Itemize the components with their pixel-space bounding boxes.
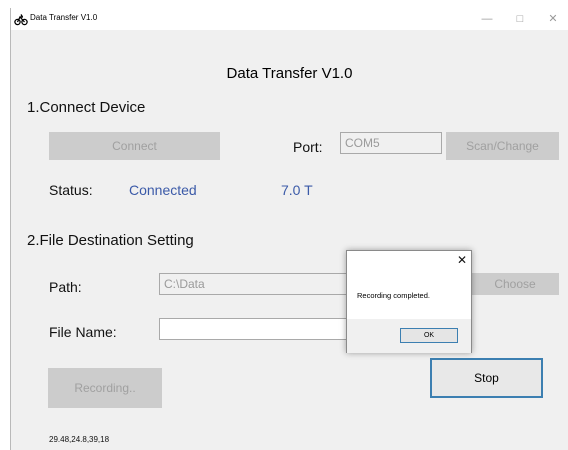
port-label: Port: <box>293 139 323 155</box>
stop-button[interactable]: Stop <box>430 358 543 398</box>
minimize-button[interactable]: — <box>472 8 502 30</box>
dialog-message: Recording completed. <box>357 291 430 300</box>
file-name-label: File Name: <box>49 324 117 340</box>
message-dialog: ✕ Recording completed. OK <box>346 250 472 353</box>
app-heading: Data Transfer V1.0 <box>226 65 353 82</box>
file-section-title: 2.File Destination Setting <box>27 232 194 249</box>
dialog-footer: OK <box>347 319 471 353</box>
bicycle-icon <box>14 14 28 26</box>
close-button[interactable]: ✕ <box>538 8 568 30</box>
status-value: Connected <box>129 182 197 198</box>
connect-section-title: 1.Connect Device <box>27 99 146 116</box>
field-strength-value: 7.0 T <box>281 182 313 198</box>
desktop-top-strip <box>0 0 568 8</box>
path-label: Path: <box>49 279 82 295</box>
maximize-button[interactable]: □ <box>505 8 535 30</box>
dialog-close-button[interactable]: ✕ <box>457 253 467 267</box>
connect-button[interactable]: Connect <box>49 132 220 160</box>
status-label: Status: <box>49 182 93 198</box>
dialog-ok-button[interactable]: OK <box>400 328 458 343</box>
title-bar: Data Transfer V1.0 — □ ✕ <box>11 8 568 30</box>
scan-change-button[interactable]: Scan/Change <box>446 132 559 160</box>
port-field[interactable]: COM5 <box>340 132 442 154</box>
app-window: Data Transfer V1.0 — □ ✕ Data Transfer V… <box>10 8 568 450</box>
window-title: Data Transfer V1.0 <box>30 13 98 22</box>
file-name-input[interactable] <box>159 318 349 340</box>
choose-button[interactable]: Choose <box>471 273 559 295</box>
path-field[interactable]: C:\Data <box>159 273 349 295</box>
recording-button[interactable]: Recording.. <box>48 368 162 408</box>
data-readout: 29.48,24.8,39,18 <box>49 435 110 444</box>
